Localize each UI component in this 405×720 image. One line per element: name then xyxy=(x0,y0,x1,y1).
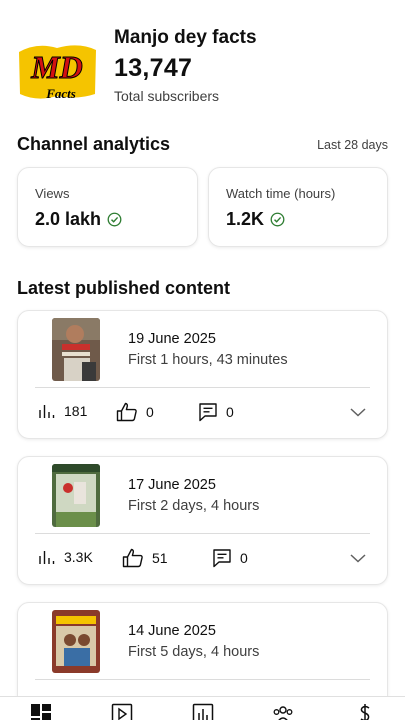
card-divider xyxy=(35,533,370,534)
watch-time-card[interactable]: Watch time (hours) 1.2K xyxy=(208,167,388,247)
content-date: 17 June 2025 xyxy=(128,477,216,493)
content-date: 19 June 2025 xyxy=(128,331,216,347)
comment-icon xyxy=(199,403,217,422)
channel-logo[interactable]: MD Facts xyxy=(17,42,98,102)
analytics-icon[interactable] xyxy=(192,703,214,720)
video-thumbnail[interactable] xyxy=(52,610,100,673)
channel-name: Manjo dey facts xyxy=(114,27,257,48)
check-circle-icon xyxy=(270,212,285,227)
watch-time-value-row: 1.2K xyxy=(226,209,285,230)
analytics-period: Last 28 days xyxy=(317,138,388,152)
video-thumbnail[interactable] xyxy=(52,318,100,381)
bottom-nav xyxy=(0,696,405,720)
comments-metric: 0 xyxy=(198,402,234,422)
views-value: 2.0 lakh xyxy=(35,209,102,229)
svg-text:Facts: Facts xyxy=(45,86,76,101)
thumbs-up-icon xyxy=(122,548,143,568)
subscriber-label: Total subscribers xyxy=(114,88,220,104)
comment-icon xyxy=(213,549,231,568)
views-metric: 3.3K xyxy=(38,548,93,566)
views-count: 3.3K xyxy=(64,549,93,565)
community-icon[interactable] xyxy=(272,703,294,720)
analytics-title: Channel analytics xyxy=(17,134,171,154)
likes-count: 0 xyxy=(146,404,154,420)
dashboard-icon[interactable] xyxy=(30,703,52,720)
content-period: First 2 days, 4 hours xyxy=(128,498,260,514)
views-count: 181 xyxy=(64,403,88,419)
bar-chart-icon xyxy=(39,405,55,418)
likes-metric: 0 xyxy=(116,402,154,422)
subscriber-count: 13,747 xyxy=(114,54,193,82)
bar-chart-icon xyxy=(39,551,55,564)
latest-content-title: Latest published content xyxy=(17,278,231,298)
video-thumbnail[interactable] xyxy=(52,464,100,527)
content-card[interactable]: 19 June 2025 First 1 hours, 43 minutes 1… xyxy=(17,310,388,439)
content-period: First 1 hours, 43 minutes xyxy=(128,352,288,368)
watch-time-value: 1.2K xyxy=(226,209,265,229)
thumbs-up-icon xyxy=(116,402,137,422)
watch-time-label: Watch time (hours) xyxy=(226,186,336,201)
card-divider xyxy=(35,679,370,680)
chevron-down-icon[interactable] xyxy=(349,405,367,419)
views-value-row: 2.0 lakh xyxy=(35,209,122,230)
views-metric: 181 xyxy=(38,402,87,420)
content-card[interactable]: 17 June 2025 First 2 days, 4 hours 3.3K … xyxy=(17,456,388,585)
comments-metric: 0 xyxy=(212,548,248,568)
chevron-down-icon[interactable] xyxy=(349,551,367,565)
content-icon[interactable] xyxy=(111,703,133,720)
content-period: First 5 days, 4 hours xyxy=(128,644,260,660)
comments-count: 0 xyxy=(240,550,248,566)
views-card[interactable]: Views 2.0 lakh xyxy=(17,167,198,247)
card-divider xyxy=(35,387,370,388)
content-date: 14 June 2025 xyxy=(128,623,216,639)
likes-metric: 51 xyxy=(122,548,168,568)
views-label: Views xyxy=(35,186,70,201)
check-circle-icon xyxy=(107,212,122,227)
comments-count: 0 xyxy=(226,404,234,420)
earn-icon[interactable] xyxy=(354,703,376,720)
svg-text:MD: MD xyxy=(30,49,83,85)
channel-header: MD Facts Manjo dey facts 13,747 Total su… xyxy=(17,26,397,106)
likes-count: 51 xyxy=(152,550,168,566)
